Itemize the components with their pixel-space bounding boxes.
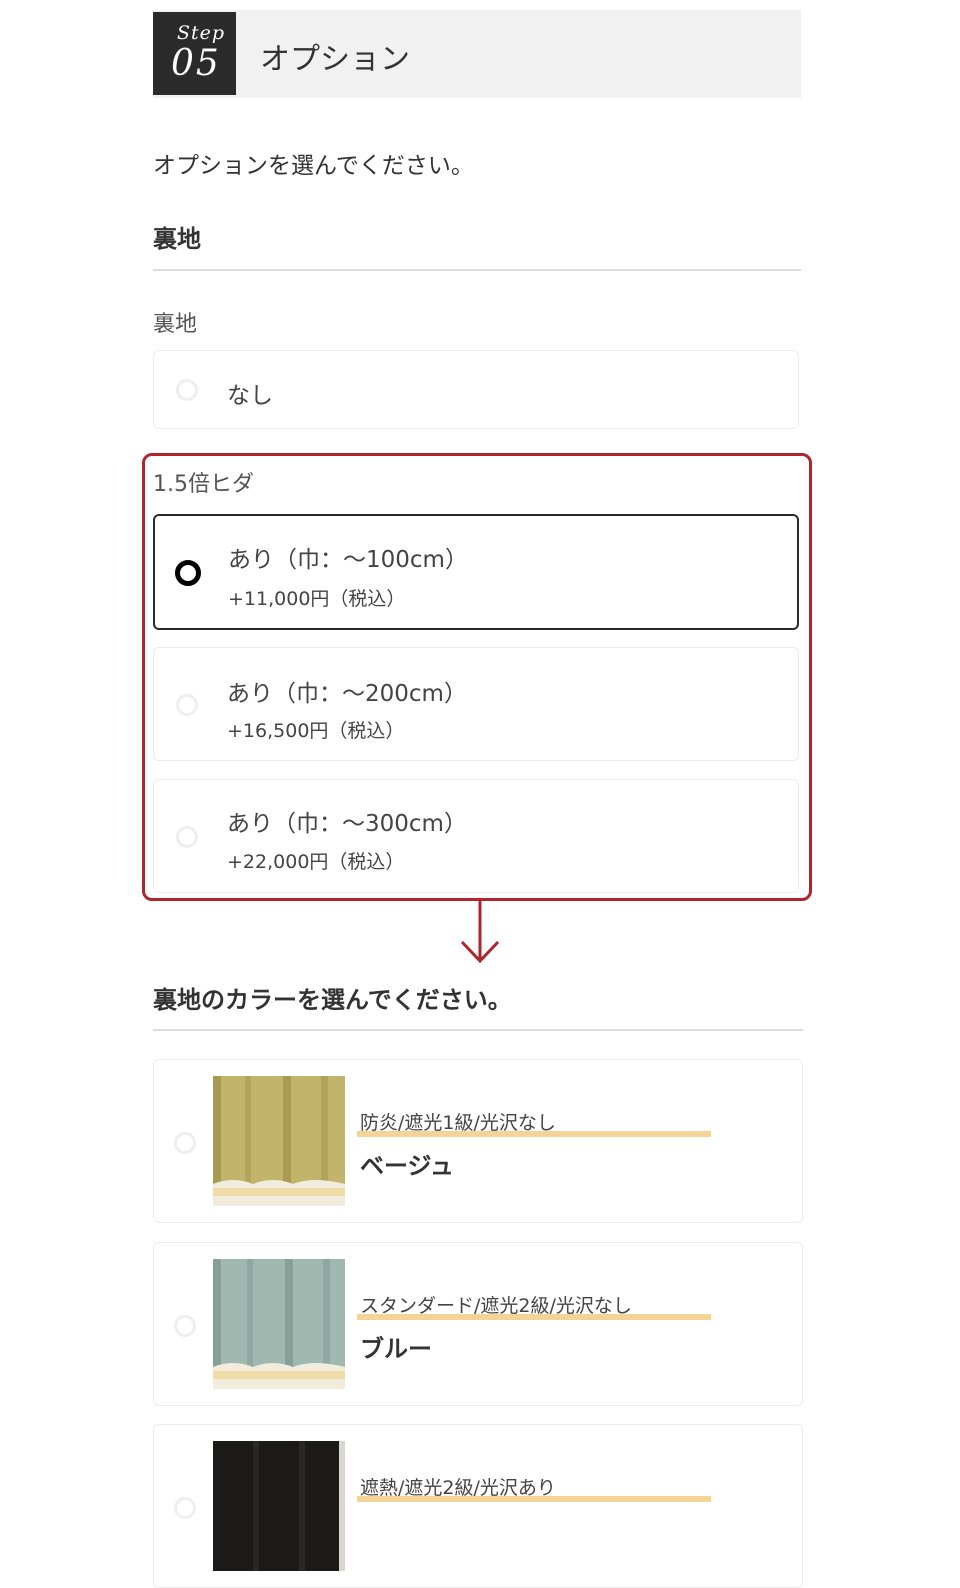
lining-heading: 裏地: [153, 225, 201, 253]
step-header: Step 05 オプション: [153, 10, 801, 98]
step-word: Step: [177, 22, 226, 44]
radio-pleat-100[interactable]: [175, 560, 201, 586]
radio-color-beige[interactable]: [174, 1132, 196, 1154]
step-badge: Step 05: [153, 12, 236, 95]
swatch-image-black: [213, 1441, 345, 1571]
radio-color-black[interactable]: [174, 1497, 196, 1519]
option-price: +22,000円（税込）: [227, 851, 405, 873]
color-name: ベージュ: [360, 1152, 454, 1180]
swatch-image-blue: [213, 1259, 345, 1389]
option-price: +11,000円（税込）: [228, 588, 406, 610]
step-number: 05: [171, 43, 221, 84]
radio-pleat-300[interactable]: [176, 826, 198, 848]
lining-label: 裏地: [153, 312, 198, 337]
option-label: あり（巾：〜100cm）: [228, 547, 468, 573]
option-label: なし: [227, 383, 273, 409]
intro-text: オプションを選んでください。: [153, 153, 474, 179]
color-option-blue[interactable]: スタンダード/遮光2級/光沢なし ブルー: [153, 1242, 803, 1406]
divider: [153, 1029, 803, 1031]
step-title: オプション: [260, 42, 410, 77]
divider: [153, 269, 801, 271]
spec-underline: [357, 1496, 711, 1502]
color-name: ブルー: [360, 1335, 432, 1363]
spec-underline: [357, 1314, 711, 1320]
pleat-label: 1.5倍ヒダ: [153, 472, 254, 497]
spec-underline: [357, 1131, 711, 1137]
option-price: +16,500円（税込）: [227, 720, 405, 742]
radio-lining-none[interactable]: [176, 379, 198, 401]
color-heading: 裏地のカラーを選んでください。: [153, 986, 512, 1014]
color-option-black[interactable]: 遮熱/遮光2級/光沢あり: [153, 1424, 803, 1588]
option-label: あり（巾：〜200cm）: [227, 681, 467, 707]
option-lining-none[interactable]: なし: [153, 350, 799, 429]
swatch-image-beige: [213, 1076, 345, 1206]
option-pleat-100[interactable]: あり（巾：〜100cm） +11,000円（税込）: [153, 514, 799, 630]
color-option-beige[interactable]: 防炎/遮光1級/光沢なし ベージュ: [153, 1059, 803, 1223]
option-label: あり（巾：〜300cm）: [227, 811, 467, 837]
radio-pleat-200[interactable]: [176, 694, 198, 716]
radio-color-blue[interactable]: [174, 1315, 196, 1337]
option-pleat-300[interactable]: あり（巾：〜300cm） +22,000円（税込）: [153, 779, 799, 893]
option-pleat-200[interactable]: あり（巾：〜200cm） +16,500円（税込）: [153, 647, 799, 761]
arrow-down-icon: [460, 900, 500, 964]
